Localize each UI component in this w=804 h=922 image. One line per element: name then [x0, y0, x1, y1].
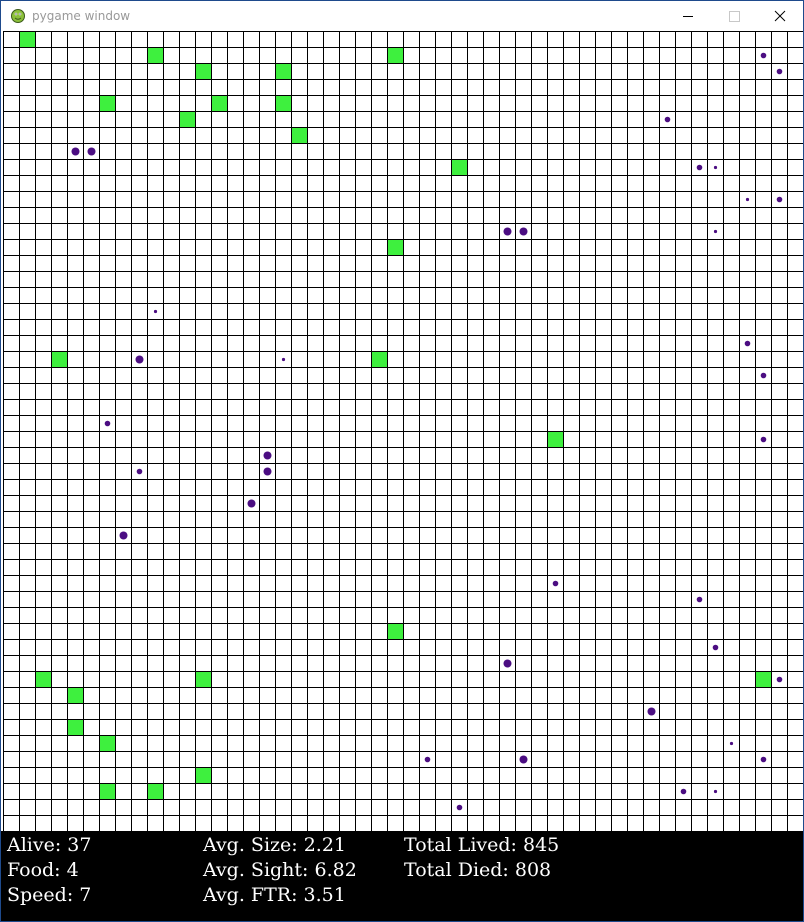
- creature-dot: [456, 804, 463, 811]
- creature-dot: [776, 676, 783, 683]
- speed-value: Speed: 7: [7, 884, 92, 906]
- creature-dot: [680, 788, 687, 795]
- food-cell: [67, 719, 83, 735]
- creature-dot: [744, 340, 751, 347]
- creature-dot: [760, 756, 767, 763]
- food-cell: [275, 63, 291, 79]
- food-cell: [179, 111, 195, 127]
- creature-dot: [519, 227, 528, 236]
- minimize-icon: [683, 16, 693, 17]
- creature-dot: [696, 596, 703, 603]
- creature-dot: [760, 436, 767, 443]
- creature-dot: [552, 580, 559, 587]
- creature-dot: [424, 756, 431, 763]
- grid-lines: [3, 31, 803, 831]
- food-cell: [35, 671, 51, 687]
- maximize-button[interactable]: [711, 1, 757, 31]
- creature-dot: [519, 755, 528, 764]
- food-cell: [387, 47, 403, 63]
- game-board[interactable]: [1, 31, 803, 831]
- creature-dot: [263, 451, 272, 460]
- food-cell: [195, 63, 211, 79]
- creature-dot: [713, 789, 718, 794]
- creature-dot: [135, 355, 144, 364]
- title-bar[interactable]: pygame window: [1, 1, 803, 31]
- food-cell: [147, 47, 163, 63]
- food-cell: [195, 671, 211, 687]
- food-cell: [19, 31, 35, 47]
- food-cell: [147, 783, 163, 799]
- creature-dot: [71, 147, 80, 156]
- avg-size-value: Avg. Size: 2.21: [203, 834, 347, 856]
- food-cell: [211, 95, 227, 111]
- food-count: Food: 4: [7, 859, 79, 881]
- creature-dot: [247, 499, 256, 508]
- window-title: pygame window: [32, 9, 131, 23]
- total-died-count: Total Died: 808: [404, 859, 552, 881]
- close-button[interactable]: [757, 1, 803, 31]
- avg-ftr-value: Avg. FTR: 3.51: [203, 884, 346, 906]
- creature-dot: [87, 147, 96, 156]
- close-icon: [774, 10, 786, 22]
- snake-icon: [11, 9, 25, 23]
- food-cell: [67, 687, 83, 703]
- creature-dot: [776, 196, 783, 203]
- creature-dot: [712, 644, 719, 651]
- food-cell: [99, 783, 115, 799]
- creature-dot: [760, 372, 767, 379]
- alive-count: Alive: 37: [7, 834, 92, 856]
- creature-dot: [713, 165, 718, 170]
- food-cell: [195, 767, 211, 783]
- creature-dot: [281, 357, 286, 362]
- total-lived-count: Total Lived: 845: [404, 834, 560, 856]
- creature-dot: [776, 68, 783, 75]
- creature-dot: [153, 309, 158, 314]
- minimize-button[interactable]: [665, 1, 711, 31]
- food-cell: [387, 623, 403, 639]
- food-cell: [275, 95, 291, 111]
- creature-dot: [647, 707, 656, 716]
- creature-dot: [760, 52, 767, 59]
- food-cell: [51, 351, 67, 367]
- creature-dot: [745, 197, 750, 202]
- creature-dot: [119, 531, 128, 540]
- creature-dot: [104, 420, 111, 427]
- avg-sight-value: Avg. Sight: 6.82: [203, 859, 357, 881]
- creature-dot: [664, 116, 671, 123]
- food-cell: [371, 351, 387, 367]
- maximize-icon: [729, 11, 740, 22]
- food-cell: [755, 671, 771, 687]
- food-cell: [291, 127, 307, 143]
- creature-dot: [136, 468, 143, 475]
- creature-dot: [263, 467, 272, 476]
- food-cell: [547, 431, 563, 447]
- creature-dot: [729, 741, 734, 746]
- creature-dot: [503, 659, 512, 668]
- food-cell: [451, 159, 467, 175]
- food-cell: [99, 735, 115, 751]
- stats-panel: Alive: 37 Food: 4 Speed: 7 Avg. Size: 2.…: [1, 831, 803, 921]
- food-cell: [387, 239, 403, 255]
- creature-dot: [713, 229, 718, 234]
- pygame-window: pygame window Alive: 37 Food: 4 Speed: 7…: [0, 0, 804, 922]
- creature-dot: [696, 164, 703, 171]
- food-cell: [99, 95, 115, 111]
- creature-dot: [503, 227, 512, 236]
